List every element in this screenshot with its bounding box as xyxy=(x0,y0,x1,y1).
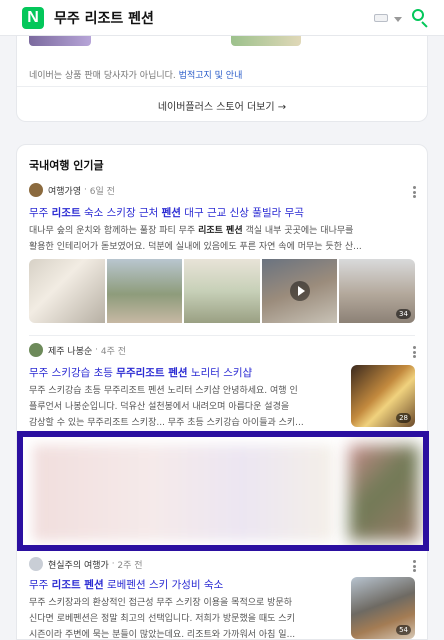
keyboard-icon[interactable] xyxy=(374,14,388,22)
post-image[interactable] xyxy=(29,259,105,323)
author-name: 현실주의 여행가 xyxy=(48,560,109,571)
legal-notice: 네이버는 상품 판매 당사자가 아닙니다. 법적고지 및 안내 xyxy=(29,68,242,81)
post-time: 2주 전 xyxy=(117,560,143,571)
avatar xyxy=(29,183,43,197)
divider xyxy=(17,86,427,87)
search-query[interactable]: 무주 리조트 펜션 xyxy=(54,8,154,28)
chevron-down-icon[interactable] xyxy=(394,17,402,22)
more-options-icon[interactable] xyxy=(413,560,416,572)
post-image[interactable] xyxy=(106,259,183,323)
more-options-icon[interactable] xyxy=(413,186,416,198)
divider xyxy=(29,335,415,336)
naver-logo[interactable]: N xyxy=(22,7,44,29)
post-title[interactable]: 무주 리조트 펜션 로베펜션 스키 가성비 숙소 xyxy=(29,577,339,592)
post-time: 4주 전 xyxy=(100,346,127,357)
notice-text: 네이버는 상품 판매 당사자가 아닙니다. xyxy=(29,71,176,81)
blurred-content xyxy=(33,445,333,541)
highlighted-ad-region[interactable] xyxy=(17,431,429,551)
search-header: N 무주 리조트 펜션 xyxy=(0,0,444,36)
post-image[interactable] xyxy=(184,259,260,323)
post-image-gallery[interactable]: 34 xyxy=(29,259,415,323)
post-snippet[interactable]: 무주 스키강습 초등 무주리조트 펜션 노리터 스키샵 안녕하세요. 여행 인 … xyxy=(29,383,341,431)
more-options-icon[interactable] xyxy=(413,346,416,358)
post-title[interactable]: 무주 스키강습 초등 무주리조트 펜션 노리터 스키샵 xyxy=(29,365,339,380)
post-snippet[interactable]: 무주 스키장과의 환상적인 접근성 무주 스키장 이용을 목적으로 방문하 신다… xyxy=(29,595,341,640)
post-thumbnail[interactable]: 28 xyxy=(351,365,415,427)
image-count-badge: 28 xyxy=(396,413,411,423)
post-image[interactable]: 34 xyxy=(339,259,415,323)
section-title: 국내여행 인기글 xyxy=(29,159,104,172)
legal-link[interactable]: 법적고지 및 안내 xyxy=(179,71,243,81)
post-author[interactable]: 현실주의 여행가 · 2주 전 xyxy=(29,557,143,571)
post-video[interactable] xyxy=(261,259,338,323)
post-thumbnail[interactable]: 54 xyxy=(351,577,415,639)
avatar xyxy=(29,343,43,357)
product-thumbnail[interactable] xyxy=(29,36,91,46)
author-name: 여행가영 xyxy=(48,186,82,197)
post-snippet[interactable]: 대나무 숲의 운치와 함께하는 풀장 파티 무주 리조트 펜션 객실 내부 곳곳… xyxy=(29,223,415,255)
post-time: 6일 전 xyxy=(89,186,115,197)
blurred-thumbnail xyxy=(349,445,419,541)
search-icon[interactable] xyxy=(412,9,430,28)
post-author[interactable]: 제주 나봉순 · 4주 전 xyxy=(29,343,126,357)
store-more-button[interactable]: 네이버플러스 스토어 더보기 → xyxy=(17,98,427,113)
post-title[interactable]: 무주 리조트 숙소 스키장 근처 펜션 대구 근교 신상 풀빌라 무곡 xyxy=(29,205,415,220)
author-name: 제주 나봉순 xyxy=(48,346,93,357)
play-icon[interactable] xyxy=(289,281,310,301)
image-count-badge: 34 xyxy=(396,309,411,319)
post-author[interactable]: 여행가영 · 6일 전 xyxy=(29,183,115,197)
product-thumbnail[interactable] xyxy=(231,36,301,46)
popular-posts-card: 국내여행 인기글 여행가영 · 6일 전 무주 리조트 숙소 스키장 근처 펜션… xyxy=(16,144,429,640)
store-card: 네이버는 상품 판매 당사자가 아닙니다. 법적고지 및 안내 네이버플러스 스… xyxy=(16,36,428,122)
avatar xyxy=(29,557,43,571)
image-count-badge: 54 xyxy=(396,625,411,635)
